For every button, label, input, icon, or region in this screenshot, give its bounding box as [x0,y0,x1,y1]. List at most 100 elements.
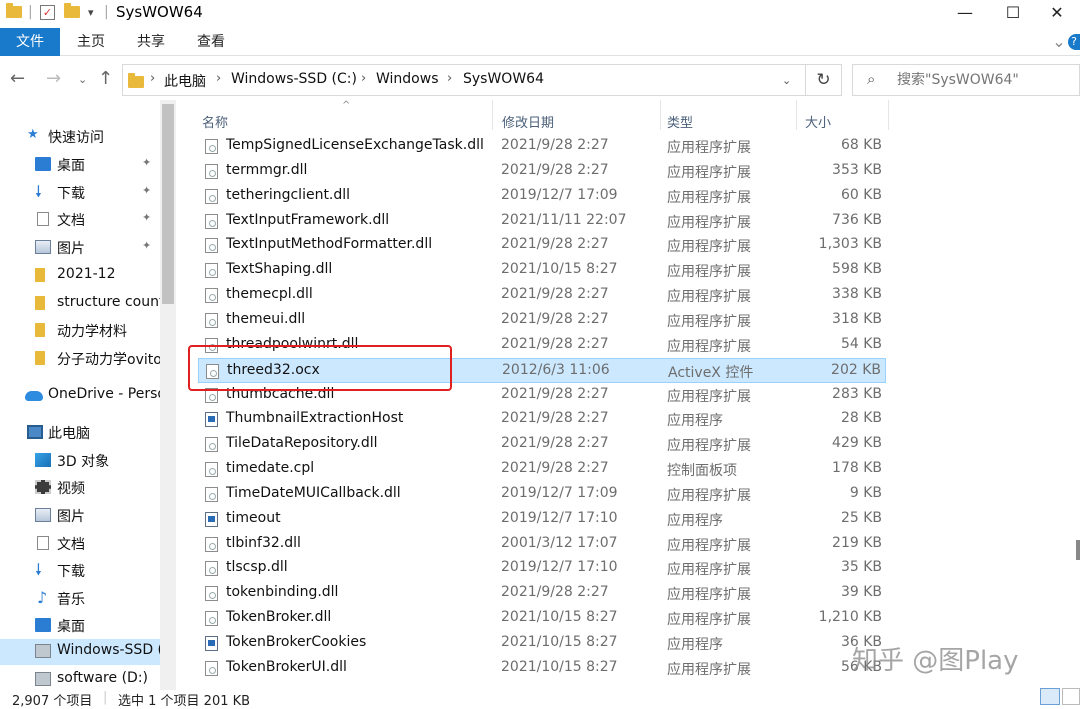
nav-downloads[interactable]: 🠗 下载 ✦ [0,180,160,206]
table-row[interactable]: TokenBrokerCookies 2021/10/15 8:27 应用程序 36 … [198,631,886,656]
forward-arrow-icon[interactable]: → [46,68,61,89]
table-row[interactable]: tlscsp.dll 2019/12/7 17:10 应用程序扩展 35 KB [198,556,886,581]
nav-scrollbar[interactable] [160,100,176,690]
file-size: 60 KB [840,186,882,203]
table-row[interactable]: termmgr.dll 2021/9/28 2:27 应用程序扩展 353 KB [198,159,886,184]
new-folder-icon[interactable] [64,2,80,22]
drive-icon [35,672,51,686]
search-box[interactable]: ⌕ [852,64,1080,96]
column-header-size[interactable]: 大小 [805,112,831,131]
table-row[interactable]: tokenbinding.dll 2021/9/28 2:27 应用程序扩展 39 K… [198,581,886,606]
breadcrumb-windows[interactable]: Windows [376,71,439,87]
large-icons-view-icon[interactable] [1062,688,1080,705]
nav-folder-2021-12[interactable]: 2021-12 [0,263,160,289]
folder-icon [35,268,45,282]
nav-folder-dynamics[interactable]: 动力学材料 [0,318,160,344]
file-type: 应用程序扩展 [667,189,751,206]
table-row[interactable]: timedate.cpl 2021/9/28 2:27 控制面板项 178 KB [198,457,886,482]
dll-file-icon [205,561,218,577]
search-input[interactable] [897,69,1077,91]
file-type: ActiveX 控件 [668,364,754,381]
maximize-button[interactable]: ☐ [990,0,1036,24]
table-row[interactable]: timeout 2019/12/7 17:10 应用程序 25 KB [198,507,886,532]
table-row[interactable]: tetheringclient.dll 2019/12/7 17:09 应用程序扩展… [198,184,886,209]
nav-downloads-pc[interactable]: 🠗 下载 [0,558,160,584]
table-row[interactable]: TextShaping.dll 2021/10/15 8:27 应用程序扩展 598 … [198,258,886,283]
ribbon-expand-icon[interactable]: ⌄ [1050,28,1068,56]
tab-file[interactable]: 文件 [0,28,60,56]
pin-icon[interactable]: ✦ [142,156,151,169]
separator: | [104,4,109,20]
table-row[interactable]: ThumbnailExtractionHost 2021/9/28 2:27 应用程… [198,407,886,432]
table-row[interactable]: TokenBroker.dll 2021/10/15 8:27 应用程序扩展 1,21… [198,606,886,631]
nav-documents-pc[interactable]: 文档 [0,531,160,557]
properties-icon[interactable]: ✓ [40,2,55,22]
tab-view[interactable]: 查看 [188,28,234,56]
breadcrumb-syswow64[interactable]: SysWOW64 [463,71,544,87]
recent-locations-icon[interactable]: ⌄ [78,73,87,86]
pictures-icon [35,508,51,522]
address-dropdown-icon[interactable]: ⌄ [782,74,791,87]
help-icon[interactable]: ? [1068,34,1080,50]
file-name: tetheringclient.dll [226,186,351,203]
column-divider[interactable] [796,100,797,130]
table-row[interactable]: TextInputFramework.dll 2021/11/11 22:07 应用… [198,209,886,234]
tab-share[interactable]: 共享 [128,28,174,56]
nav-drive-d[interactable]: software (D:) [0,667,160,690]
refresh-button[interactable]: ↻ [806,64,842,96]
column-divider[interactable] [492,100,493,130]
file-size: 9 KB [849,484,882,501]
nav-pictures[interactable]: 图片 ✦ [0,235,160,261]
minimize-button[interactable]: — [942,0,988,24]
nav-music[interactable]: ♪ 音乐 [0,586,160,612]
file-date: 2021/9/28 2:27 [501,335,609,352]
nav-documents[interactable]: 文档 ✦ [0,207,160,233]
details-view-icon[interactable] [1040,688,1060,705]
tab-home[interactable]: 主页 [68,28,114,56]
column-header-name[interactable]: 名称 [202,112,228,131]
pin-icon[interactable]: ✦ [142,239,151,252]
quick-access-dropdown-icon[interactable]: ▾ [88,2,94,22]
breadcrumb-this-pc[interactable]: 此电脑 [164,71,206,91]
column-header-type[interactable]: 类型 [667,112,693,131]
nav-drive-c[interactable]: Windows-SSD ( [0,639,163,665]
file-name: TempSignedLicenseExchangeTask.dll [226,137,484,153]
list-scrollbar[interactable] [1076,540,1080,560]
nav-onedrive[interactable]: OneDrive - Perso [0,383,166,409]
back-arrow-icon[interactable]: ← [10,68,25,89]
column-divider[interactable] [888,100,889,130]
table-row[interactable]: themecpl.dll 2021/9/28 2:27 应用程序扩展 338 KB [198,283,886,308]
nav-folder-ovito[interactable]: 分子动力学ovito [0,346,162,372]
table-row[interactable]: TileDataRepository.dll 2021/9/28 2:27 应用程序… [198,432,886,457]
column-header-date[interactable]: 修改日期 [502,112,554,131]
table-row[interactable]: TempSignedLicenseExchangeTask.dll 2021/9/… [198,134,886,159]
up-arrow-icon[interactable]: ↑ [98,68,113,89]
nav-pictures-pc[interactable]: 图片 [0,503,160,529]
file-size: 68 KB [840,137,882,153]
nav-desktop[interactable]: 桌面 ✦ [0,152,160,178]
nav-3d-objects[interactable]: 3D 对象 [0,448,160,474]
scrollbar-thumb[interactable] [162,104,174,304]
nav-folder-structure-count[interactable]: structure count [0,291,164,317]
nav-desktop-pc[interactable]: 桌面 [0,613,160,639]
close-button[interactable]: ✕ [1034,0,1080,24]
table-row[interactable]: TokenBrokerUI.dll 2021/10/15 8:27 应用程序扩展 56… [198,656,886,681]
file-name: TimeDateMUICallback.dll [226,484,401,501]
breadcrumb-drive[interactable]: Windows-SSD (C:) [231,71,357,87]
application-file-icon [205,511,218,527]
nav-this-pc[interactable]: 此电脑 [0,420,160,446]
table-row[interactable]: tlbinf32.dll 2001/3/12 17:07 应用程序扩展 219 KB [198,532,886,557]
column-divider[interactable] [660,100,661,130]
table-row[interactable]: TextInputMethodFormatter.dll 2021/9/28 2:… [198,233,886,258]
navigation-pane: ★ 快速访问 桌面 ✦ 🠗 下载 ✦ 文档 ✦ 图片 ✦ 2021-12 structure… [0,100,176,690]
dll-file-icon [205,462,218,478]
file-date: 2019/12/7 17:10 [501,559,618,576]
nav-quick-access[interactable]: ★ 快速访问 [0,124,160,150]
table-row[interactable]: themeui.dll 2021/9/28 2:27 应用程序扩展 318 KB [198,308,886,333]
pin-icon[interactable]: ✦ [142,211,151,224]
nav-videos[interactable]: 视频 [0,475,160,501]
table-row[interactable]: TimeDateMUICallback.dll 2019/12/7 17:09 应用… [198,482,886,507]
file-size: 318 KB [832,310,882,327]
pin-icon[interactable]: ✦ [142,184,151,197]
file-name: themecpl.dll [226,286,313,303]
